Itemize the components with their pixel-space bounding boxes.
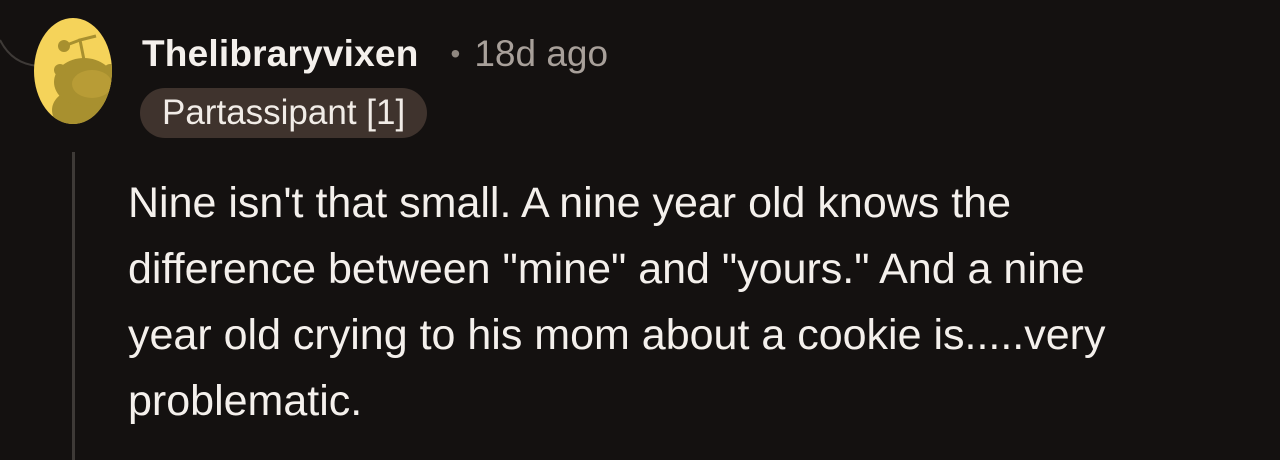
separator-dot: •	[450, 38, 461, 69]
username-link[interactable]: Thelibraryvixen	[142, 33, 419, 75]
thread-line[interactable]	[72, 152, 75, 460]
comment-header: Thelibraryvixen • 18d ago	[142, 30, 608, 78]
comment-body-line: difference between "mine" and "yours." A…	[128, 245, 1085, 293]
timestamp[interactable]: 18d ago	[474, 33, 608, 75]
comment-body-line: problematic.	[128, 377, 363, 425]
snoo-avatar-icon[interactable]	[34, 18, 112, 124]
comment-body-line: Nine isn't that small. A nine year old k…	[128, 179, 1012, 227]
comment-body: Nine isn't that small. A nine year old k…	[128, 170, 1258, 434]
comment: Thelibraryvixen • 18d ago Partassipant […	[0, 0, 1280, 460]
comment-body-line: year old crying to his mom about a cooki…	[128, 311, 1106, 359]
user-flair-badge: Partassipant [1]	[140, 88, 428, 138]
